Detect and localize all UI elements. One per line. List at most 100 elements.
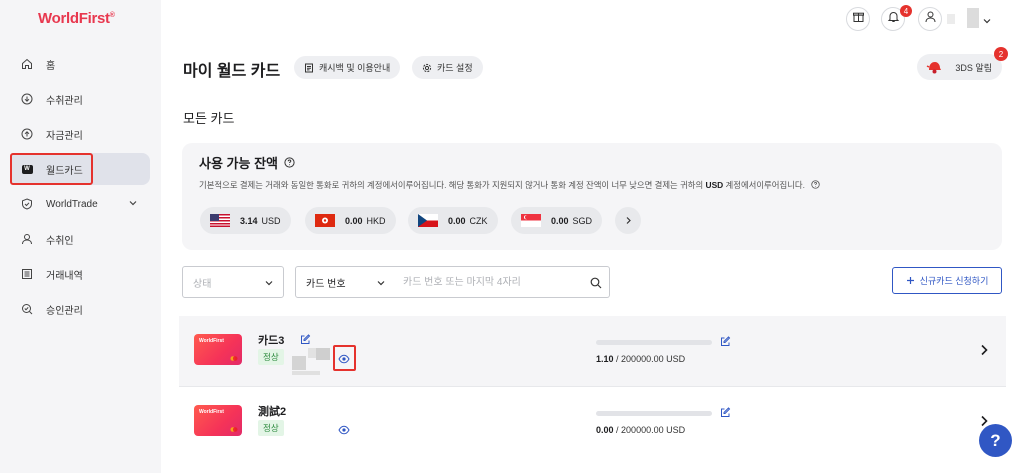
balance-title: 사용 가능 잔액 bbox=[199, 153, 295, 172]
hk-flag-icon bbox=[315, 214, 335, 227]
chevron-down-icon[interactable] bbox=[128, 198, 138, 211]
us-flag-icon bbox=[210, 214, 230, 227]
3ds-alert-count-badge: 2 bbox=[994, 47, 1008, 61]
show-card-number-eye-icon[interactable] bbox=[338, 351, 350, 369]
currency-amount: 0.00 bbox=[551, 215, 569, 226]
card-used-amount: 0.00 bbox=[596, 425, 614, 435]
redacted-account-name bbox=[947, 14, 955, 24]
sidebar-item-label: 수취관리 bbox=[46, 95, 83, 107]
plus-icon bbox=[906, 276, 915, 285]
section-title: 모든 카드 bbox=[183, 111, 235, 126]
gift-button[interactable] bbox=[846, 7, 870, 31]
card-settings-button[interactable]: 카드 설정 bbox=[412, 56, 483, 79]
status-select[interactable]: 상태 bbox=[182, 266, 284, 298]
card-thumbnail-logo: WorldFirst bbox=[199, 338, 224, 344]
currency-amount: 0.00 bbox=[448, 215, 466, 226]
currency-amount: 3.14 bbox=[240, 215, 258, 226]
help-circle-icon[interactable] bbox=[811, 180, 820, 191]
sidebar-item-worldtrade[interactable]: WorldTrade bbox=[10, 188, 150, 220]
sidebar-item-label: 거래내역 bbox=[46, 270, 83, 282]
spend-progress-bar bbox=[596, 411, 712, 416]
card-row[interactable]: WorldFirst 카드3 정상 1.10 / 200000.00 USD bbox=[179, 316, 1006, 386]
page-title: 마이 월드 카드 bbox=[183, 63, 281, 80]
3ds-alert-button[interactable]: 3DS 알림 bbox=[917, 54, 1002, 80]
account-button[interactable] bbox=[918, 7, 942, 31]
sidebar-item-funds[interactable]: 자금관리 bbox=[10, 118, 150, 150]
card-thumbnail: WorldFirst bbox=[194, 405, 242, 436]
status-badge: 정상 bbox=[258, 420, 284, 436]
card-limit-amount: / 200000.00 USD bbox=[616, 354, 686, 364]
worldfirst-logo[interactable]: WorldFirst® bbox=[38, 10, 115, 27]
card-amount: 0.00 / 200000.00 USD bbox=[596, 425, 685, 435]
sidebar-item-approval[interactable]: 승인관리 bbox=[10, 293, 150, 325]
chevron-down-icon bbox=[264, 278, 274, 291]
currency-code: USD bbox=[261, 215, 281, 226]
currency-code: SGD bbox=[572, 215, 593, 226]
card-name: 測試2 bbox=[258, 406, 287, 418]
spend-progress-bar bbox=[596, 340, 712, 345]
chevron-down-icon[interactable] bbox=[982, 13, 992, 31]
card-thumbnail: WorldFirst bbox=[194, 334, 242, 365]
approval-icon bbox=[20, 302, 34, 316]
show-card-number-eye-icon[interactable] bbox=[338, 422, 350, 440]
redacted-card-number bbox=[292, 371, 320, 375]
currency-chip-sgd[interactable]: 0.00 SGD bbox=[511, 207, 603, 234]
card-used-amount: 1.10 bbox=[596, 354, 614, 364]
currency-chip-usd[interactable]: 3.14 USD bbox=[200, 207, 291, 234]
search-icon[interactable] bbox=[590, 276, 602, 294]
balance-description: 기본적으로 결제는 거래와 동일한 통화로 귀하의 계정에서이루어집니다. 해당… bbox=[199, 179, 820, 191]
chevron-down-icon bbox=[376, 278, 386, 291]
sidebar: WorldFirst® 홈 수취관리 자금관리 W 월드카드 WorldTrad… bbox=[0, 0, 161, 473]
currency-next-button[interactable] bbox=[615, 207, 641, 234]
funds-icon bbox=[20, 127, 34, 141]
sidebar-item-world-card[interactable]: W 월드카드 bbox=[10, 153, 150, 185]
gear-icon bbox=[422, 63, 432, 73]
sidebar-item-label: 자금관리 bbox=[46, 130, 83, 142]
card-settings-label: 카드 설정 bbox=[437, 63, 473, 73]
help-button[interactable]: ? bbox=[979, 424, 1012, 457]
user-icon bbox=[924, 10, 937, 28]
mastercard-icon bbox=[230, 427, 238, 432]
receive-icon bbox=[20, 92, 34, 106]
redacted-card-number bbox=[292, 356, 306, 370]
sidebar-item-payee[interactable]: 수취인 bbox=[10, 223, 150, 255]
highlight-box bbox=[10, 153, 93, 185]
currency-code: HKD bbox=[366, 215, 386, 226]
sidebar-item-receive[interactable]: 수취관리 bbox=[10, 83, 150, 115]
alarm-bell-icon bbox=[925, 59, 943, 77]
card-limit-amount: / 200000.00 USD bbox=[616, 425, 686, 435]
bell-icon bbox=[887, 10, 900, 28]
currency-code: CZK bbox=[469, 215, 488, 226]
search-field-select-value: 카드 번호 bbox=[306, 278, 346, 290]
edit-limit-icon[interactable] bbox=[720, 405, 731, 423]
chevron-right-icon[interactable] bbox=[979, 343, 989, 361]
cz-flag-icon bbox=[418, 214, 438, 227]
3ds-alert-label: 3DS 알림 bbox=[955, 62, 992, 73]
redacted-card-number bbox=[308, 348, 316, 358]
available-balance-panel: 사용 가능 잔액 기본적으로 결제는 거래와 동일한 통화로 귀하의 계정에서이… bbox=[182, 143, 1002, 250]
card-thumbnail-logo: WorldFirst bbox=[199, 409, 224, 415]
cashback-guide-button[interactable]: 캐시백 및 이용안내 bbox=[294, 56, 401, 79]
edit-limit-icon[interactable] bbox=[720, 334, 731, 352]
home-icon bbox=[20, 57, 34, 71]
sidebar-item-transactions[interactable]: 거래내역 bbox=[10, 258, 150, 290]
card-row[interactable]: WorldFirst 測試2 정상 0.00 / 200000.00 USD bbox=[179, 387, 1006, 457]
card-name: 카드3 bbox=[258, 335, 285, 347]
search-field-select[interactable]: 카드 번호 bbox=[295, 266, 396, 298]
notification-count-badge: 4 bbox=[900, 5, 912, 17]
mastercard-icon bbox=[230, 356, 238, 361]
card-search-input[interactable] bbox=[395, 266, 610, 298]
currency-chip-hkd[interactable]: 0.00 HKD bbox=[305, 207, 396, 234]
new-card-button[interactable]: 신규카드 신청하기 bbox=[892, 267, 1002, 294]
document-icon bbox=[304, 63, 314, 73]
user-icon bbox=[20, 232, 34, 246]
currency-chip-czk[interactable]: 0.00 CZK bbox=[408, 207, 498, 234]
cashback-guide-label: 캐시백 및 이용안내 bbox=[319, 63, 391, 73]
help-circle-icon[interactable] bbox=[284, 157, 295, 168]
sidebar-item-label: 수취인 bbox=[46, 235, 74, 247]
status-select-placeholder: 상태 bbox=[193, 278, 212, 290]
sidebar-item-home[interactable]: 홈 bbox=[10, 48, 150, 80]
sidebar-item-label: 승인관리 bbox=[46, 305, 83, 317]
status-badge: 정상 bbox=[258, 349, 284, 365]
chevron-right-icon bbox=[624, 212, 633, 230]
